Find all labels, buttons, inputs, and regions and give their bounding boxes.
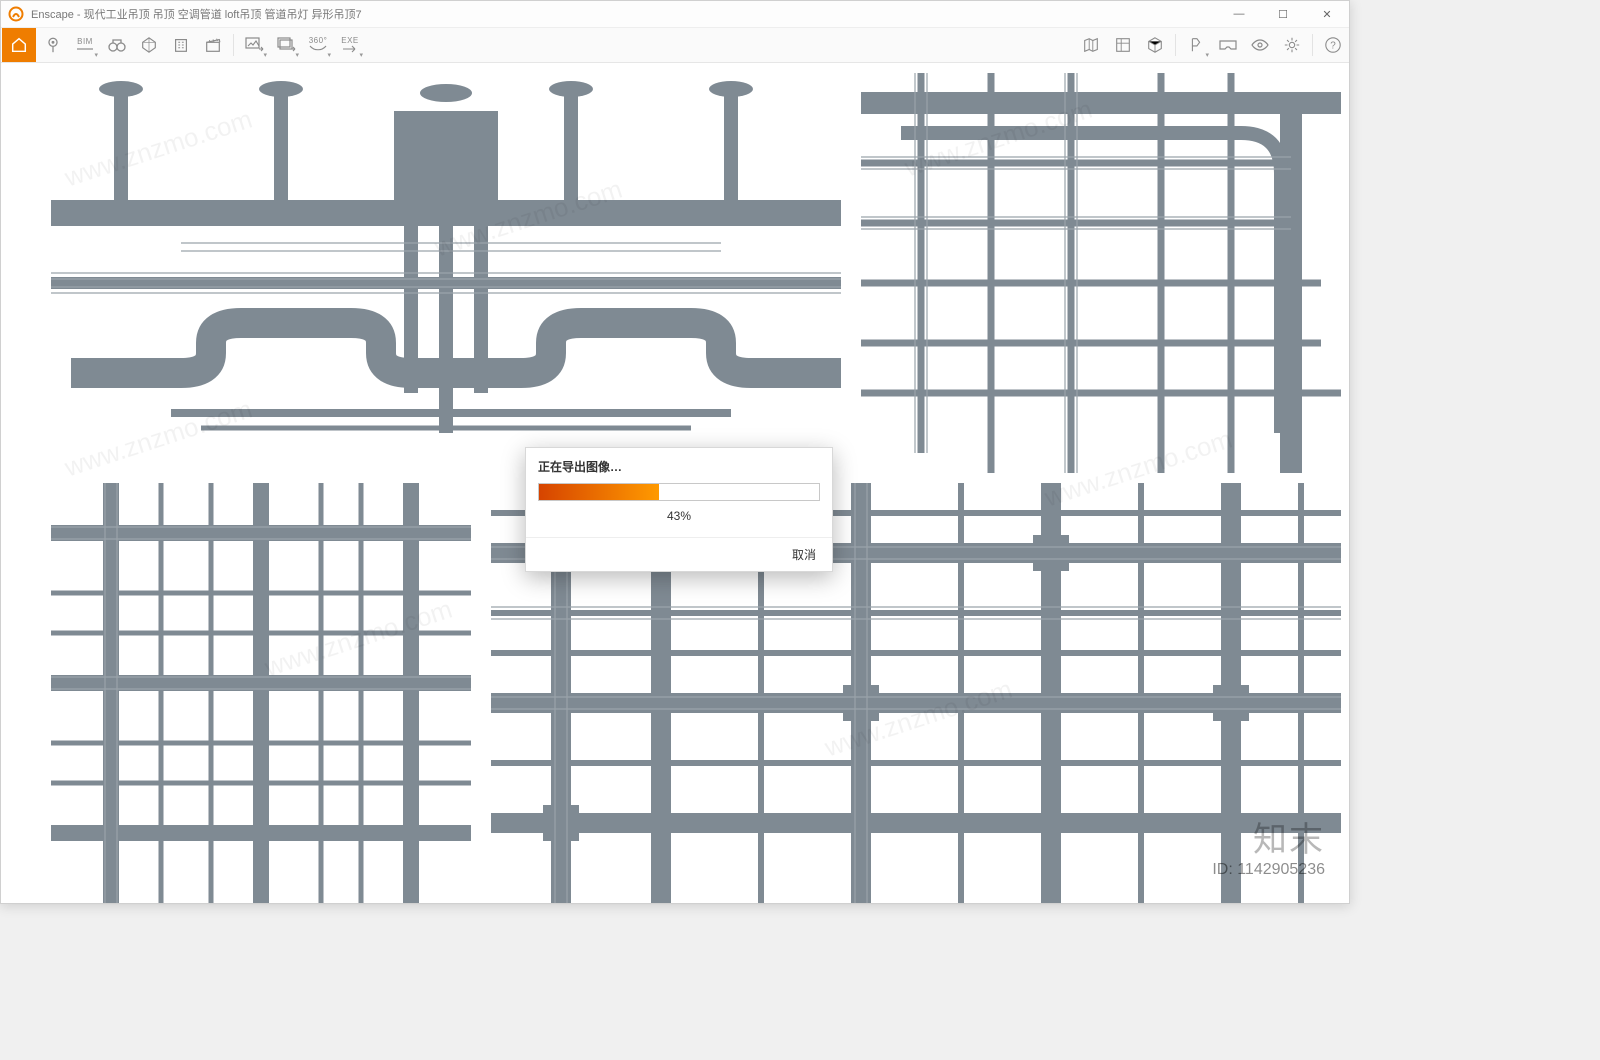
toolbar: BIM ▾ ▾ ▾ 360° ▾ EXE: [1, 28, 1349, 63]
app-logo-icon: [5, 3, 27, 25]
brand-watermark: 知末 ID: 1142905236: [1212, 812, 1325, 879]
map-icon: [1082, 36, 1100, 54]
pin-icon: [44, 36, 62, 54]
curve-icon: [309, 45, 327, 53]
svg-text:?: ?: [1330, 41, 1336, 52]
panorama-button[interactable]: 360° ▾: [303, 30, 333, 60]
gear-icon: [1283, 36, 1301, 54]
home-button[interactable]: [2, 28, 36, 62]
image-batch-icon: [276, 36, 296, 54]
window-maximize-button[interactable]: ☐: [1261, 1, 1305, 27]
cube-icon: [1146, 36, 1164, 54]
perspective-icon: [140, 36, 158, 54]
show-button[interactable]: [1245, 30, 1275, 60]
brand-id: ID: 1142905236: [1212, 861, 1325, 879]
progress-bar: [538, 483, 820, 501]
titlebar: Enscape - 现代工业吊顶 吊顶 空调管道 loft吊顶 管道吊灯 异形吊…: [1, 1, 1349, 28]
eye-icon: [1250, 38, 1270, 52]
help-icon: ?: [1324, 36, 1342, 54]
pipes-top-right-detail: [861, 73, 1341, 473]
export-progress-dialog: 正在导出图像… 43% 取消: [525, 447, 833, 572]
app-window: Enscape - 现代工业吊顶 吊顶 空调管道 loft吊顶 管道吊灯 异形吊…: [0, 0, 1350, 904]
brand-name: 知末: [1212, 812, 1325, 861]
progress-percent: 43%: [526, 501, 832, 537]
dialog-title: 正在导出图像…: [526, 448, 832, 483]
settings-button[interactable]: [1277, 30, 1307, 60]
exe-label: EXE: [341, 37, 359, 45]
vr-headset-icon: [1218, 38, 1238, 52]
minimize-icon: —: [1234, 8, 1245, 20]
screenshot-button[interactable]: ▾: [239, 30, 269, 60]
bim-label: BIM: [77, 38, 93, 46]
cancel-button[interactable]: 取消: [792, 548, 816, 562]
close-icon: ✕: [1322, 8, 1331, 21]
image-export-icon: [244, 36, 264, 54]
fly-mode-button[interactable]: [134, 30, 164, 60]
favorite-view-button[interactable]: [38, 30, 68, 60]
pano-label: 360°: [309, 37, 328, 45]
building-icon: [172, 36, 190, 54]
underline-icon: [77, 46, 93, 52]
pipes-top-left-detail: [51, 83, 841, 483]
batch-render-button[interactable]: ▾: [271, 30, 301, 60]
render-viewport[interactable]: www.znzmo.com www.znzmo.com www.znzmo.co…: [1, 63, 1349, 903]
pipes-bottom-left-detail: [51, 483, 471, 903]
minimap-button[interactable]: [1076, 30, 1106, 60]
asset-library-button[interactable]: [1108, 30, 1138, 60]
binoculars-icon: [107, 37, 127, 53]
exe-export-button[interactable]: EXE ▾: [335, 30, 365, 60]
window-minimize-button[interactable]: —: [1217, 1, 1261, 27]
maximize-icon: ☐: [1278, 8, 1288, 21]
home-icon: [10, 36, 28, 54]
assets-icon: [1114, 36, 1132, 54]
window-close-button[interactable]: ✕: [1305, 1, 1349, 27]
progress-fill: [539, 484, 659, 500]
help-button[interactable]: ?: [1318, 30, 1348, 60]
clapper-icon: [204, 36, 222, 54]
sun-settings-button[interactable]: ▾: [1181, 30, 1211, 60]
vr-button[interactable]: [1213, 30, 1243, 60]
window-title: Enscape - 现代工业吊顶 吊顶 空调管道 loft吊顶 管道吊灯 异形吊…: [31, 6, 362, 22]
walk-mode-button[interactable]: [102, 30, 132, 60]
video-path-button[interactable]: [198, 30, 228, 60]
bim-mode-button[interactable]: BIM ▾: [70, 30, 100, 60]
light-view-button[interactable]: [1140, 30, 1170, 60]
map-view-button[interactable]: [166, 30, 196, 60]
flag-icon: [1187, 36, 1205, 54]
arrow-icon: [341, 45, 359, 53]
